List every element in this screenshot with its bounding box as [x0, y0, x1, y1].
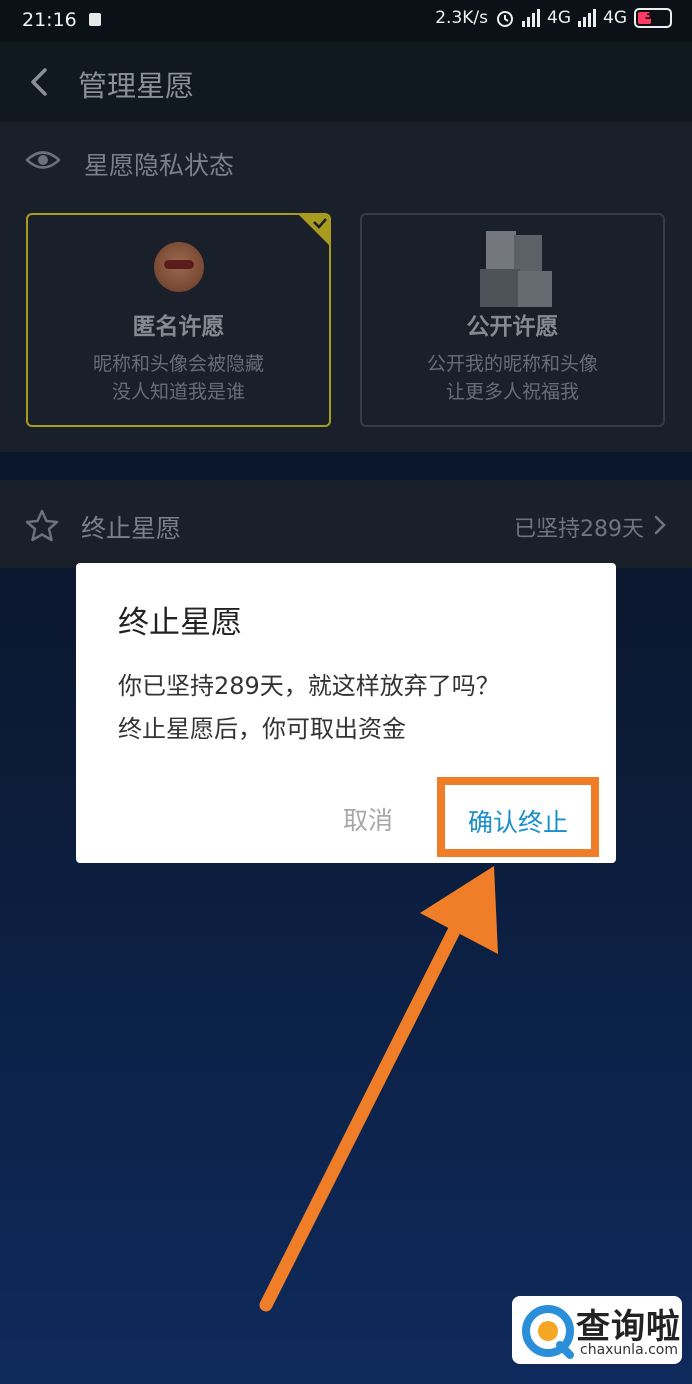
search-icon: [522, 1305, 574, 1359]
watermark-text: 查询啦: [576, 1307, 681, 1347]
watermark-url: chaxunla.com: [580, 1342, 678, 1358]
annotation-arrow: [259, 866, 498, 1312]
watermark-logo: 查询啦 chaxunla.com: [512, 1296, 682, 1364]
